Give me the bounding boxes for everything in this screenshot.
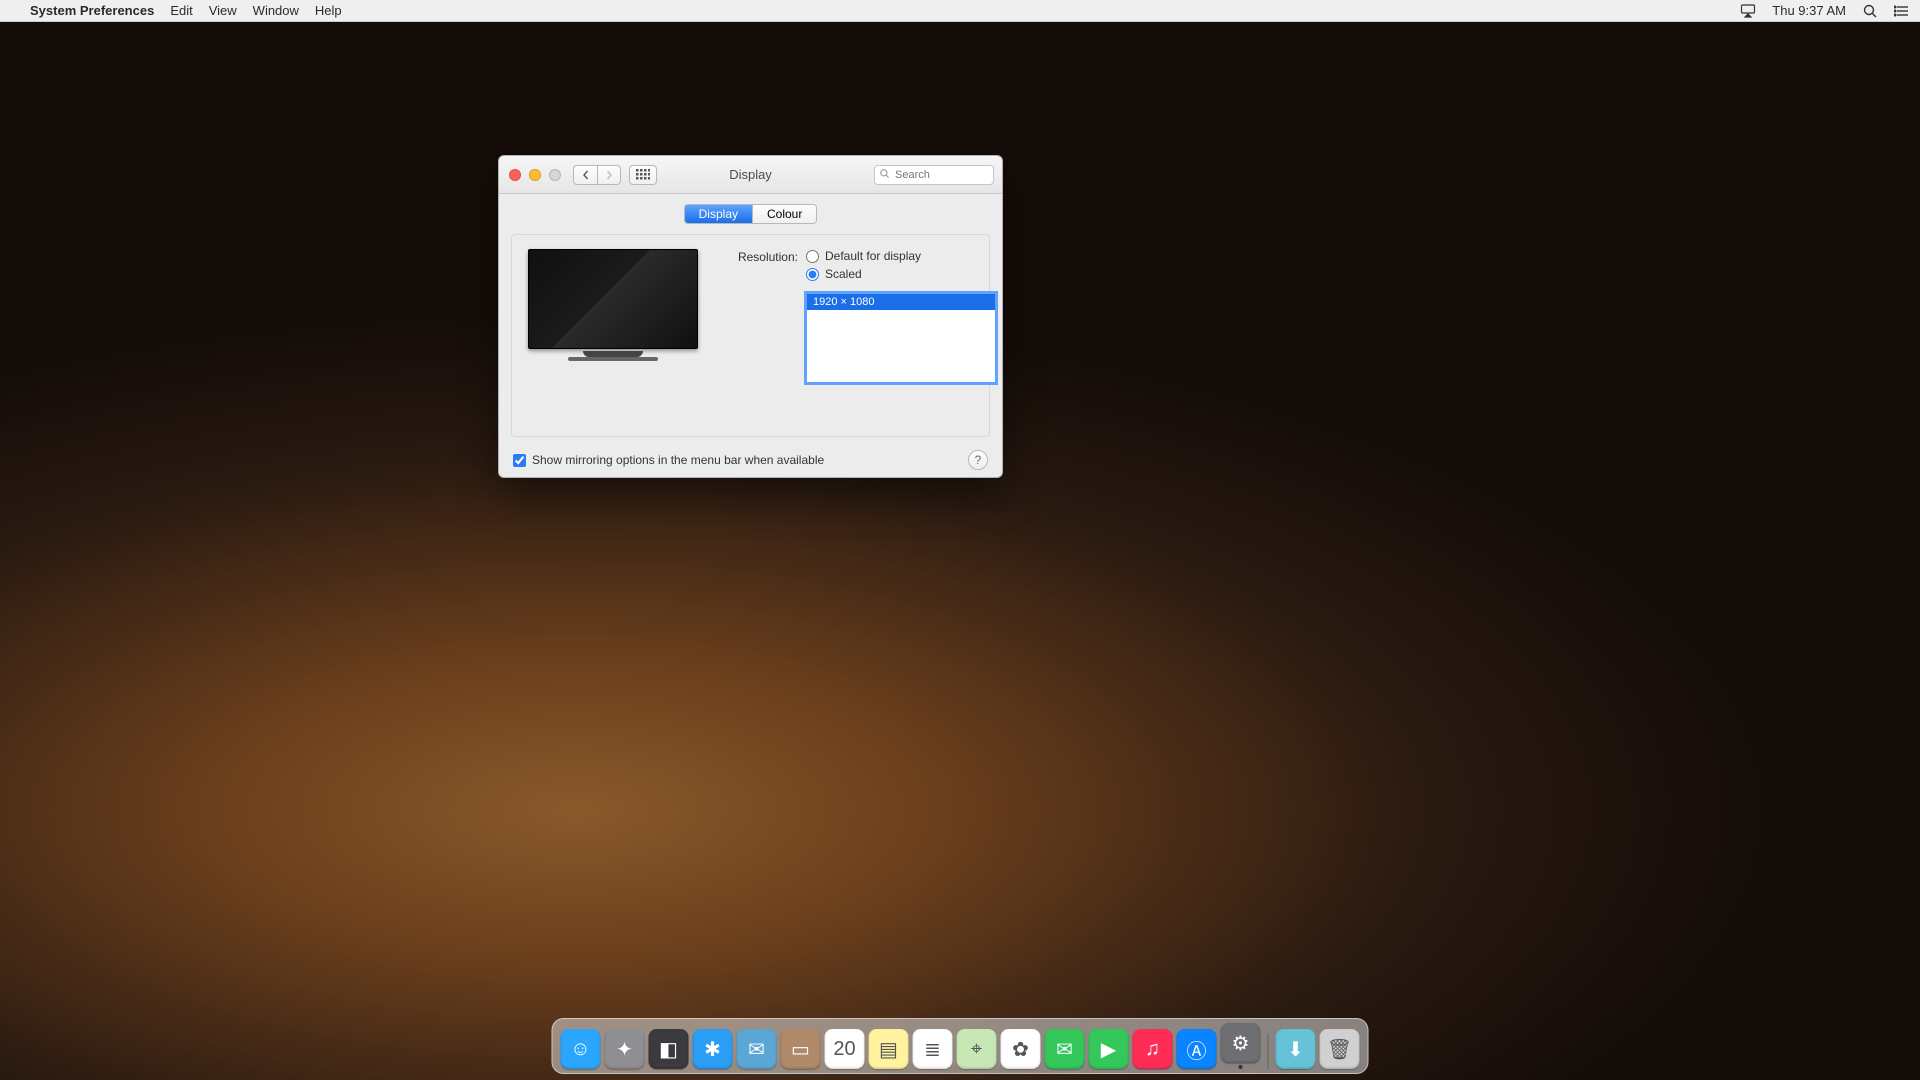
tab-bar: Display Colour	[684, 204, 818, 224]
dock-app-itunes[interactable]: ♫	[1133, 1029, 1173, 1069]
window-footer: Show mirroring options in the menu bar w…	[499, 443, 1002, 477]
display-panel: Resolution: Default for display Scaled 1…	[511, 234, 990, 437]
resolution-label: Resolution:	[722, 249, 798, 264]
display-preferences-window: Display Display Colour Resolution:	[498, 155, 1003, 478]
dock-app-safari[interactable]: ✱	[693, 1029, 733, 1069]
tab-colour[interactable]: Colour	[752, 205, 816, 223]
dock-app-facetime[interactable]: ▶	[1089, 1029, 1129, 1069]
window-minimize-button[interactable]	[529, 169, 541, 181]
tab-display[interactable]: Display	[685, 205, 752, 223]
menubar-item-help[interactable]: Help	[315, 3, 342, 18]
dock-separator	[1268, 1033, 1269, 1069]
airplay-icon[interactable]	[1740, 3, 1756, 19]
window-zoom-button	[549, 169, 561, 181]
menubar: System Preferences Edit View Window Help…	[0, 0, 1920, 22]
search-input[interactable]	[874, 165, 994, 185]
window-titlebar[interactable]: Display	[499, 156, 1002, 194]
window-close-button[interactable]	[509, 169, 521, 181]
radio-default-label: Default for display	[825, 249, 921, 263]
dock-app-mail[interactable]: ✉	[737, 1029, 777, 1069]
show-all-prefs-button[interactable]	[629, 165, 657, 185]
dock-app-maps[interactable]: ⌖	[957, 1029, 997, 1069]
dock-app-finder[interactable]: ☺	[561, 1029, 601, 1069]
resolution-list[interactable]: 1920 × 1080	[806, 293, 996, 383]
menubar-item-view[interactable]: View	[209, 3, 237, 18]
menubar-item-edit[interactable]: Edit	[170, 3, 192, 18]
dock-app-launchpad[interactable]: ✦	[605, 1029, 645, 1069]
search-icon[interactable]	[1862, 3, 1878, 19]
menu-list-icon[interactable]	[1894, 3, 1910, 19]
dock: ☺✦◧✱✉▭20▤≣⌖✿✉▶♫Ⓐ⚙⬇🗑	[552, 1018, 1369, 1074]
radio-default-for-display[interactable]: Default for display	[806, 249, 996, 263]
dock-app-system-preferences[interactable]: ⚙	[1221, 1023, 1261, 1063]
help-button[interactable]: ?	[968, 450, 988, 470]
dock-app-calendar[interactable]: 20	[825, 1029, 865, 1069]
radio-scaled-label: Scaled	[825, 267, 862, 281]
menubar-app-name[interactable]: System Preferences	[30, 3, 154, 18]
nav-back-button[interactable]	[573, 165, 597, 185]
display-thumbnail	[528, 249, 698, 422]
radio-scaled[interactable]: Scaled	[806, 267, 996, 281]
dock-app-app-store[interactable]: Ⓐ	[1177, 1029, 1217, 1069]
dock-running-indicator	[1239, 1065, 1243, 1069]
dock-app-downloads[interactable]: ⬇	[1276, 1029, 1316, 1069]
tab-colour-label: Colour	[767, 207, 802, 221]
dock-app-messages[interactable]: ✉	[1045, 1029, 1085, 1069]
dock-app-notes[interactable]: ▤	[869, 1029, 909, 1069]
menubar-clock[interactable]: Thu 9:37 AM	[1772, 3, 1846, 18]
radio-default-input[interactable]	[806, 250, 819, 263]
tab-display-label: Display	[699, 207, 738, 221]
nav-forward-button[interactable]	[597, 165, 621, 185]
dock-app-mission-control[interactable]: ◧	[649, 1029, 689, 1069]
resolution-option[interactable]: 1920 × 1080	[807, 294, 995, 310]
dock-app-photos[interactable]: ✿	[1001, 1029, 1041, 1069]
search-field-icon	[879, 168, 890, 182]
dock-app-trash[interactable]: 🗑	[1320, 1029, 1360, 1069]
mirroring-checkbox[interactable]	[513, 454, 526, 467]
menubar-item-window[interactable]: Window	[253, 3, 299, 18]
dock-app-contacts[interactable]: ▭	[781, 1029, 821, 1069]
mirroring-label: Show mirroring options in the menu bar w…	[532, 453, 824, 467]
dock-app-reminders[interactable]: ≣	[913, 1029, 953, 1069]
radio-scaled-input[interactable]	[806, 268, 819, 281]
